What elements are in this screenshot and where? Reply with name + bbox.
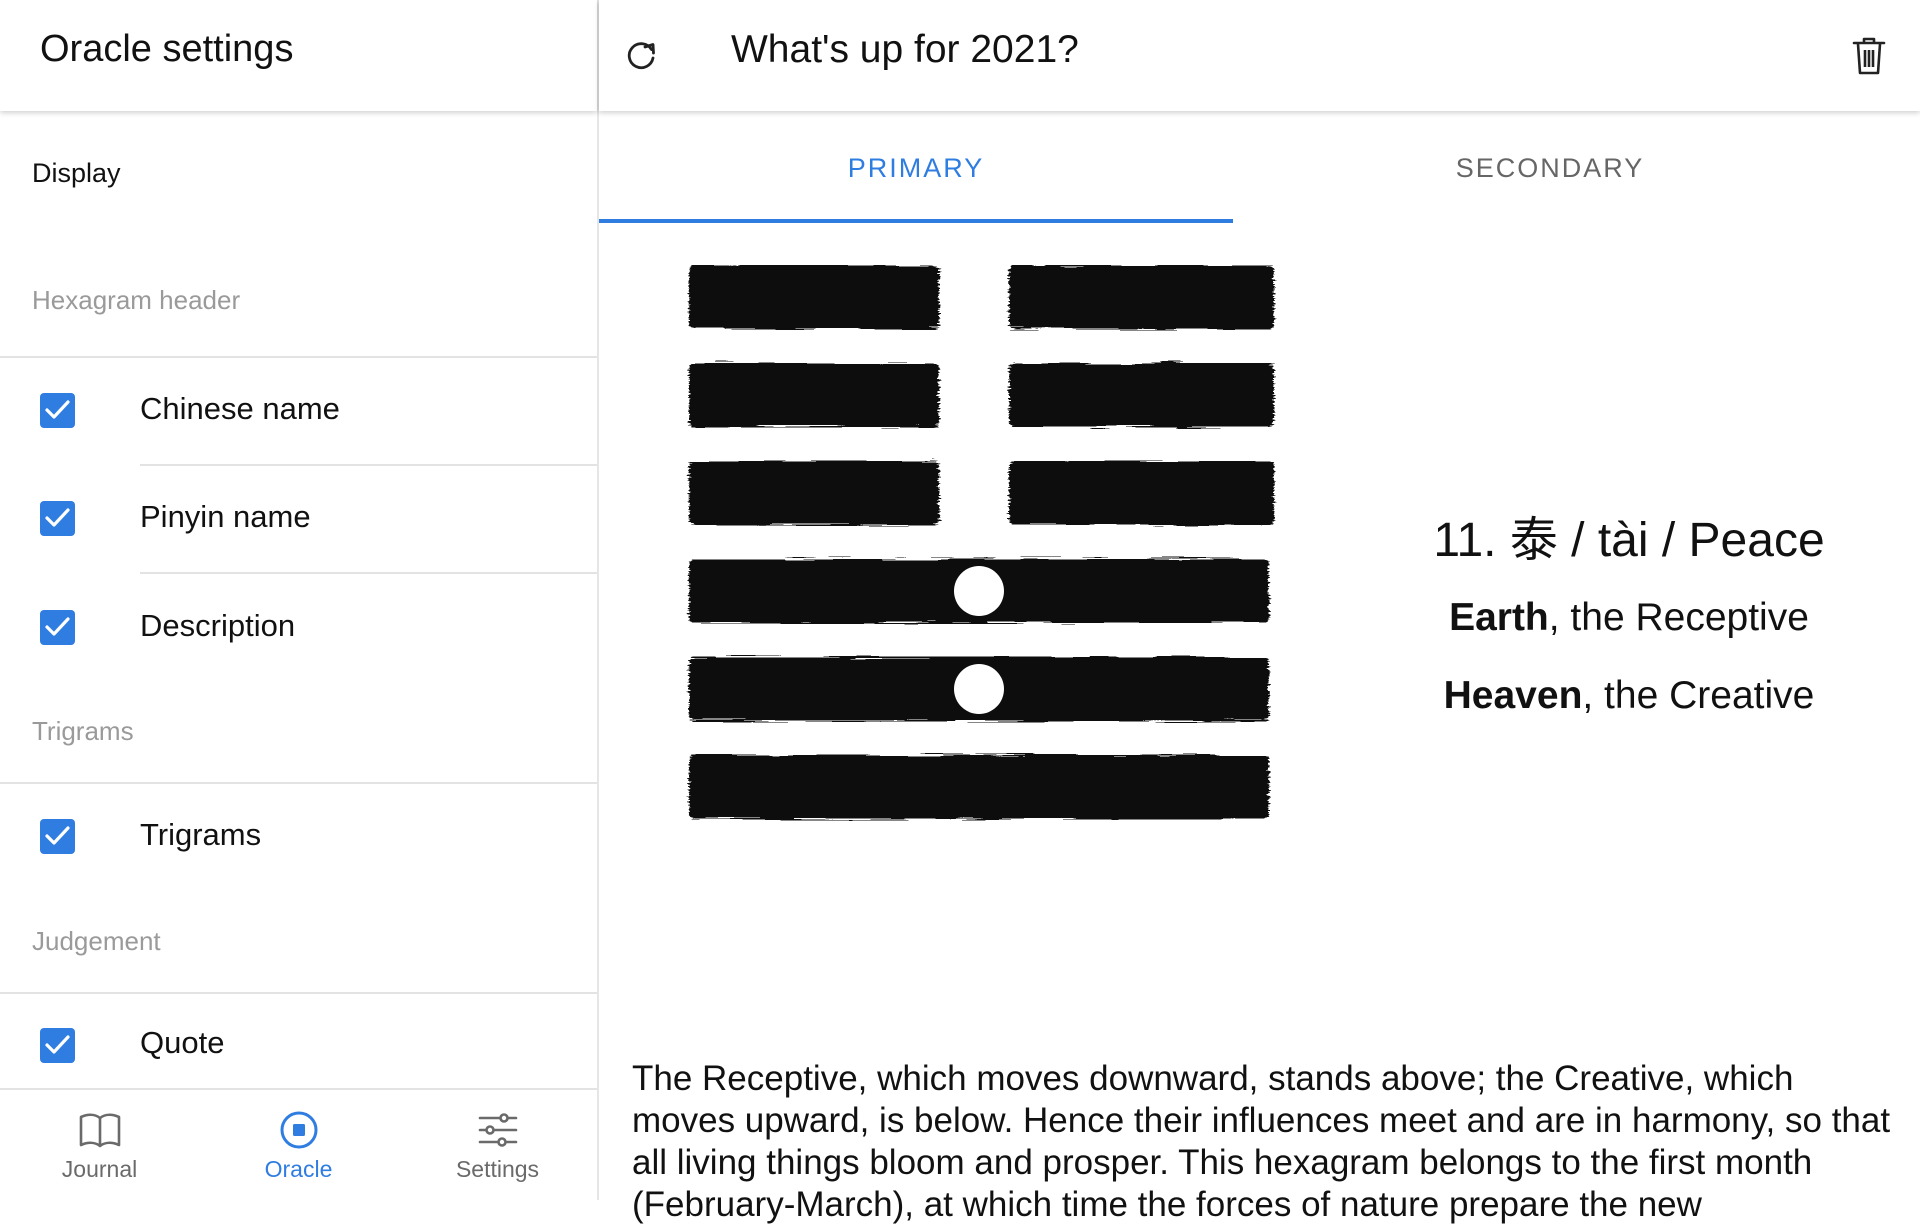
display-heading: Display [32, 158, 121, 188]
reading-header: What's up for 2021? [599, 0, 1920, 111]
reading-tabs: PRIMARY SECONDARY [599, 113, 1920, 223]
upper-trigram-desc: , the Receptive [1548, 596, 1809, 639]
hexagram-lines [689, 265, 1274, 819]
oracle-icon [280, 1111, 318, 1149]
divider [0, 992, 597, 994]
changing-line-marker [954, 664, 1004, 714]
upper-trigram-name: Earth [1449, 596, 1549, 639]
upper-trigram: Earth, the Receptive [1359, 596, 1899, 640]
nav-journal[interactable]: Journal [0, 1090, 199, 1202]
active-tab-indicator [599, 219, 1233, 223]
section-trigrams: Trigrams [32, 716, 134, 746]
settings-header: Oracle settings [0, 0, 597, 111]
lower-trigram-name: Heaven [1443, 674, 1583, 717]
divider [0, 782, 597, 784]
check-icon [45, 400, 70, 419]
yin-line-1 [1009, 265, 1274, 329]
chinese-name-label: Chinese name [140, 391, 340, 426]
nav-oracle-label: Oracle [264, 1156, 333, 1182]
yin-line-1 [689, 265, 939, 329]
tab-primary[interactable]: PRIMARY [599, 113, 1233, 223]
divider [140, 464, 597, 466]
tab-secondary[interactable]: SECONDARY [1233, 113, 1867, 223]
divider [0, 356, 597, 358]
hexagram-description: The Receptive, which moves downward, sta… [632, 1059, 1891, 1224]
trigrams-label: Trigrams [140, 817, 262, 852]
yin-line-2 [689, 363, 939, 427]
check-icon [45, 617, 70, 636]
yin-line-3 [1009, 461, 1274, 525]
question-title: What's up for 2021? [731, 28, 1079, 71]
settings-title: Oracle settings [40, 28, 294, 70]
oracle-settings-panel: Oracle settings Display Hexagram header … [0, 0, 599, 1202]
hexagram-info: 11. 泰 / tài / Peace Earth, the Receptive… [1359, 500, 1899, 752]
pinyin-name-checkbox[interactable] [40, 501, 75, 536]
settings-list[interactable]: Display Hexagram header Chinese name Pin… [0, 113, 597, 1088]
hexagram-name: 11. 泰 / tài / Peace [1433, 514, 1825, 567]
yang-line-6 [689, 755, 1269, 819]
hexagram-figure [689, 265, 1274, 819]
quote-label: Quote [140, 1025, 225, 1060]
check-icon [45, 826, 70, 845]
lower-trigram: Heaven, the Creative [1359, 674, 1899, 718]
book-icon [79, 1113, 121, 1148]
section-hexagram-header: Hexagram header [32, 285, 241, 315]
pinyin-name-label: Pinyin name [140, 499, 311, 534]
reading-panel: What's up for 2021? PRIMARY SECONDARY 11… [599, 0, 1920, 1224]
description-label: Description [140, 608, 296, 643]
nav-settings[interactable]: Settings [398, 1090, 597, 1202]
bottom-navigation: Journal Oracle Settings [0, 1088, 597, 1202]
check-icon [45, 1035, 70, 1054]
lower-trigram-desc: , the Creative [1582, 674, 1815, 717]
yin-line-2 [1009, 363, 1274, 427]
divider [140, 572, 597, 574]
trigrams-checkbox[interactable] [40, 819, 75, 854]
description-checkbox[interactable] [40, 610, 75, 645]
changing-line-marker [954, 566, 1004, 616]
check-icon [45, 508, 70, 527]
nav-journal-label: Journal [61, 1156, 138, 1182]
chinese-name-checkbox[interactable] [40, 393, 75, 428]
yin-line-3 [689, 461, 939, 525]
quote-checkbox[interactable] [40, 1028, 75, 1063]
nav-settings-label: Settings [455, 1156, 540, 1182]
trash-icon[interactable] [1851, 36, 1887, 76]
refresh-icon[interactable] [621, 36, 661, 76]
nav-oracle[interactable]: Oracle [199, 1090, 398, 1202]
section-judgement: Judgement [32, 926, 161, 956]
sliders-icon [478, 1113, 518, 1147]
